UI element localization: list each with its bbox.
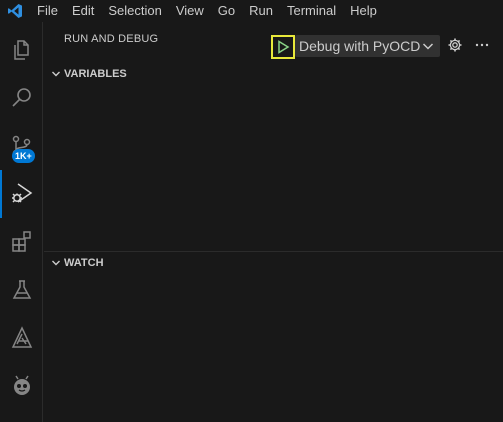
menu-bar: File Edit Selection View Go Run Terminal… (30, 0, 384, 22)
platformio-icon[interactable] (0, 362, 43, 410)
extensions-icon[interactable] (0, 218, 43, 266)
start-debugging-button[interactable] (271, 35, 295, 59)
title-bar: File Edit Selection View Go Run Terminal… (0, 0, 503, 22)
watch-section-title: WATCH (64, 257, 104, 269)
cmsis-icon[interactable] (0, 314, 43, 362)
chevron-down-icon (44, 258, 64, 268)
activity-bar: 1K+ (0, 22, 43, 422)
variables-section-header[interactable]: VARIABLES (44, 63, 503, 85)
search-icon[interactable] (0, 74, 43, 122)
debug-config-select[interactable]: Debug with PyOCD (295, 35, 440, 57)
menu-help[interactable]: Help (343, 0, 384, 22)
chevron-down-icon (44, 69, 64, 79)
vscode-logo-icon (0, 0, 30, 22)
flask-icon[interactable] (0, 266, 43, 314)
sidebar-title: RUN AND DEBUG (64, 33, 159, 45)
source-control-badge: 1K+ (12, 149, 35, 163)
more-actions-icon[interactable] (474, 37, 490, 53)
run-debug-sidebar: RUN AND DEBUG Debug with PyOCD VARIABLES… (44, 22, 503, 422)
source-control-icon[interactable]: 1K+ (0, 122, 43, 170)
menu-selection[interactable]: Selection (101, 0, 168, 22)
variables-section-title: VARIABLES (64, 68, 127, 80)
explorer-icon[interactable] (0, 26, 43, 74)
sidebar-header: RUN AND DEBUG Debug with PyOCD (44, 22, 503, 59)
watch-section-header[interactable]: WATCH (44, 252, 503, 274)
menu-file[interactable]: File (30, 0, 65, 22)
menu-run[interactable]: Run (242, 0, 280, 22)
chevron-down-icon (422, 43, 434, 50)
gear-icon[interactable] (447, 37, 463, 53)
debug-config-label: Debug with PyOCD (299, 38, 421, 54)
menu-edit[interactable]: Edit (65, 0, 101, 22)
run-debug-icon[interactable] (0, 170, 43, 218)
menu-go[interactable]: Go (211, 0, 242, 22)
play-icon (278, 40, 290, 54)
menu-terminal[interactable]: Terminal (280, 0, 343, 22)
menu-view[interactable]: View (169, 0, 211, 22)
